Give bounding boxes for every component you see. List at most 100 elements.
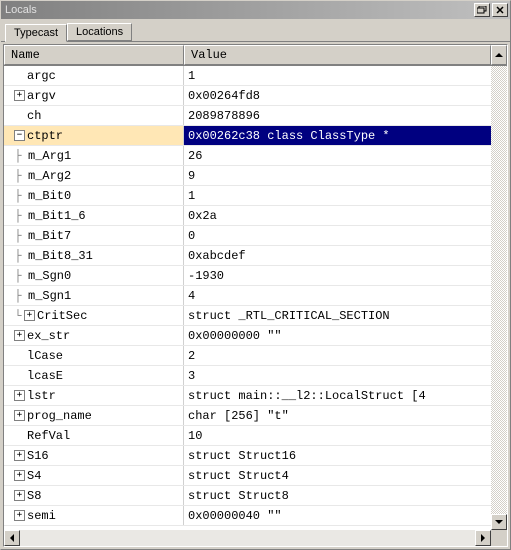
tab-locations[interactable]: Locations [67,23,132,41]
scrollbar-track[interactable] [20,530,475,546]
arrow-right-icon [481,534,485,542]
variable-row[interactable]: +S8struct Struct8 [4,486,507,506]
variable-row[interactable]: ├m_Sgn14 [4,286,507,306]
variable-name: ex_str [27,329,70,343]
value-cell[interactable]: 26 [184,146,507,165]
value-cell[interactable]: struct Struct16 [184,446,507,465]
value-cell[interactable]: 0x00000040 "" [184,506,507,525]
vertical-scrollbar[interactable] [491,66,507,530]
value-cell[interactable]: 0x00264fd8 [184,86,507,105]
value-cell[interactable]: -1930 [184,266,507,285]
variable-value: 0x00264fd8 [188,89,260,103]
variable-value: 2089878896 [188,109,260,123]
value-cell[interactable]: struct Struct8 [184,486,507,505]
variable-row[interactable]: +lstrstruct main::__l2::LocalStruct [4 [4,386,507,406]
variable-value: -1930 [188,269,224,283]
scroll-down-button[interactable] [491,514,507,530]
scroll-right-button[interactable] [475,530,491,546]
variable-value: 0x00000000 "" [188,329,282,343]
variable-row[interactable]: +S4struct Struct4 [4,466,507,486]
name-cell: +semi [4,506,184,525]
value-cell[interactable]: 0x00000000 "" [184,326,507,345]
value-cell[interactable]: 10 [184,426,507,445]
variable-row[interactable]: ├m_Arg126 [4,146,507,166]
variable-row[interactable]: +argv 0x00264fd8 [4,86,507,106]
name-cell: ├m_Sgn1 [4,286,184,305]
name-cell: argc [4,66,184,85]
variable-row[interactable]: +prog_namechar [256] "t" [4,406,507,426]
grid-body[interactable]: argc1+argv0x00264fd8ch2089878896−ctptr0x… [4,66,507,546]
value-cell[interactable]: 2 [184,346,507,365]
scroll-left-button[interactable] [4,530,20,546]
variable-value: struct _RTL_CRITICAL_SECTION [188,309,390,323]
scrollbar-track[interactable] [491,66,507,514]
value-cell[interactable]: struct _RTL_CRITICAL_SECTION [184,306,507,325]
value-cell[interactable]: 9 [184,166,507,185]
name-cell: +S4 [4,466,184,485]
value-cell[interactable]: 1 [184,186,507,205]
variable-name: m_Bit1_6 [28,209,86,223]
variable-row[interactable]: ├ m_Sgn0 -1930 [4,266,507,286]
value-cell[interactable]: 0 [184,226,507,245]
collapse-button[interactable]: − [14,130,25,141]
horizontal-scrollbar[interactable] [4,530,491,546]
name-cell: ├m_Bit1_6 [4,206,184,225]
name-cell: ├m_Bit8_31 [4,246,184,265]
name-cell: lcasE [4,366,184,385]
expand-button[interactable]: + [24,310,35,321]
expand-button[interactable]: + [14,410,25,421]
variable-row[interactable]: ├m_Bit1_6 0x2a [4,206,507,226]
column-header-value[interactable]: Value [184,45,491,65]
restore-button[interactable] [474,3,490,17]
expand-button[interactable]: + [14,490,25,501]
name-cell: lCase [4,346,184,365]
variable-row[interactable]: ├m_Bit01 [4,186,507,206]
variable-value: 0 [188,229,195,243]
variable-row[interactable]: +ex_str 0x00000000 "" [4,326,507,346]
value-cell[interactable]: 1 [184,66,507,85]
variable-name: argv [27,89,56,103]
tab-typecast[interactable]: Typecast [5,24,67,42]
variable-row[interactable]: lCase 2 [4,346,507,366]
arrow-down-icon [495,520,503,524]
variable-row[interactable]: ch2089878896 [4,106,507,126]
expand-button[interactable]: + [14,470,25,481]
expand-button[interactable]: + [14,90,25,101]
value-cell[interactable]: char [256] "t" [184,406,507,425]
variable-name: lCase [27,349,63,363]
value-cell[interactable]: struct main::__l2::LocalStruct [4 [184,386,507,405]
variable-row[interactable]: lcasE3 [4,366,507,386]
value-cell[interactable]: 3 [184,366,507,385]
value-cell[interactable]: 4 [184,286,507,305]
tree-connector-icon: ├ [12,189,24,203]
variable-row[interactable]: RefVal10 [4,426,507,446]
expand-button[interactable]: + [14,450,25,461]
value-cell[interactable]: 0xabcdef [184,246,507,265]
column-header-name[interactable]: Name [4,45,184,65]
expand-button[interactable]: + [14,390,25,401]
variable-name: m_Bit7 [28,229,71,243]
name-cell: +lstr [4,386,184,405]
expand-button[interactable]: + [14,510,25,521]
variable-name: m_Sgn0 [28,269,71,283]
scroll-up-button[interactable] [491,45,507,65]
variable-row[interactable]: └+CritSecstruct _RTL_CRITICAL_SECTION [4,306,507,326]
name-cell: ├m_Bit7 [4,226,184,245]
variable-row[interactable]: +S16struct Struct16 [4,446,507,466]
expand-button[interactable]: + [14,330,25,341]
titlebar[interactable]: Locals [1,1,510,19]
value-cell[interactable]: 2089878896 [184,106,507,125]
variable-row[interactable]: −ctptr0x00262c38 class ClassType * [4,126,507,146]
tree-connector-icon: ├ [12,269,24,283]
variable-row[interactable]: +semi0x00000040 "" [4,506,507,526]
value-cell[interactable]: 0x00262c38 class ClassType * [184,126,507,145]
window-title: Locals [3,4,472,16]
variable-row[interactable]: ├m_Bit7 0 [4,226,507,246]
value-cell[interactable]: struct Struct4 [184,466,507,485]
variable-row[interactable]: ├m_Bit8_310xabcdef [4,246,507,266]
variable-value: 0x2a [188,209,217,223]
variable-row[interactable]: argc1 [4,66,507,86]
close-button[interactable] [492,3,508,17]
value-cell[interactable]: 0x2a [184,206,507,225]
variable-row[interactable]: ├m_Arg29 [4,166,507,186]
